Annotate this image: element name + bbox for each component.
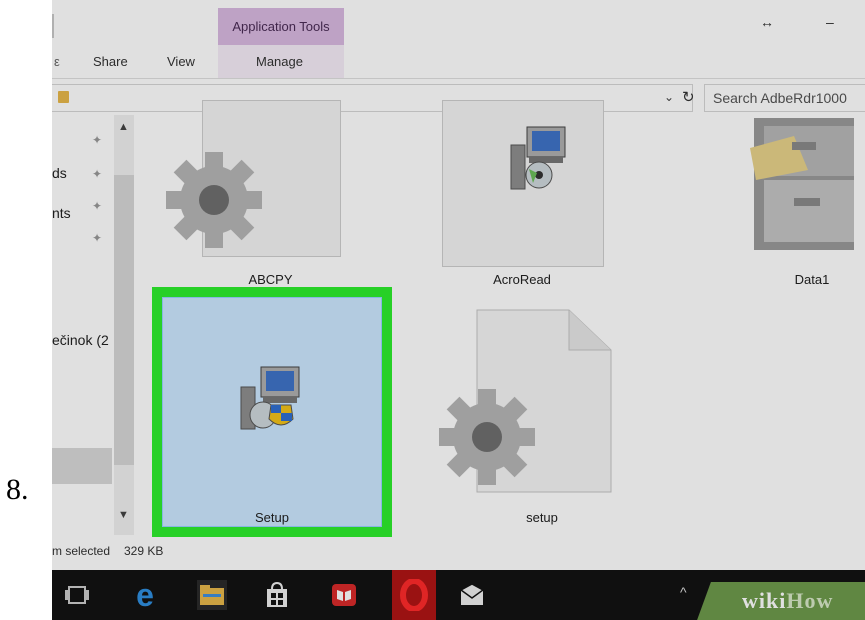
nav-item-drive[interactable]: ečinok (2 bbox=[52, 332, 109, 348]
scroll-down-icon[interactable]: ▼ bbox=[118, 509, 129, 521]
scroll-up-icon[interactable]: ▲ bbox=[118, 121, 129, 133]
pin-icon[interactable]: ✦ bbox=[92, 199, 102, 213]
tab-cut-off[interactable]: ε bbox=[54, 54, 60, 69]
wikihow-watermark: wikiHow bbox=[742, 588, 834, 613]
filing-cabinet-icon bbox=[750, 118, 854, 250]
store-icon[interactable] bbox=[262, 580, 292, 610]
tab-share[interactable]: Share bbox=[93, 54, 128, 69]
setup-installer-icon bbox=[240, 366, 300, 430]
application-tools-header: Application Tools bbox=[218, 8, 344, 45]
nav-item-documents[interactable]: nts bbox=[52, 205, 71, 221]
nav-scrollbar-thumb[interactable] bbox=[114, 175, 134, 465]
file-explorer-icon[interactable] bbox=[197, 580, 227, 610]
nav-item-downloads[interactable]: ds bbox=[52, 165, 67, 181]
file-label[interactable]: ABCPY bbox=[212, 272, 329, 287]
search-input[interactable]: Search AdbeRdr1000 bbox=[704, 84, 865, 112]
file-label[interactable]: Setup bbox=[162, 510, 382, 525]
tab-view[interactable]: View bbox=[167, 54, 195, 69]
selection-size: 329 KB bbox=[124, 544, 164, 558]
pin-icon[interactable]: ✦ bbox=[92, 167, 102, 181]
restore-button[interactable]: ↔ bbox=[760, 14, 774, 30]
task-view-icon[interactable] bbox=[62, 580, 92, 610]
status-bar: m selected 329 KB bbox=[52, 538, 865, 570]
file-label[interactable]: setup bbox=[492, 510, 592, 525]
tab-manage[interactable]: Manage bbox=[256, 54, 303, 69]
ribbon: Application Tools ε Share View Manage ↔ … bbox=[52, 0, 865, 79]
step-number: 8. bbox=[6, 473, 29, 506]
gear-icon bbox=[166, 152, 262, 248]
file-label[interactable]: AcroRead bbox=[442, 272, 602, 287]
file-explorer-window: Application Tools ε Share View Manage ↔ … bbox=[52, 0, 865, 620]
file-label[interactable]: Data1 bbox=[772, 272, 852, 287]
pin-icon[interactable]: ✦ bbox=[92, 133, 102, 147]
chevron-down-icon[interactable]: ⌄ bbox=[664, 90, 674, 104]
opera-icon[interactable] bbox=[392, 570, 436, 620]
folder-icon bbox=[58, 91, 69, 103]
minimize-button[interactable]: – bbox=[826, 14, 834, 30]
refresh-icon[interactable]: ↻ bbox=[682, 88, 695, 106]
reader-icon[interactable] bbox=[329, 580, 359, 610]
installer-icon bbox=[510, 126, 566, 190]
gear-file-icon bbox=[439, 309, 612, 493]
selection-status: m selected bbox=[52, 544, 111, 558]
mail-icon[interactable] bbox=[457, 580, 487, 610]
nav-selected-item[interactable] bbox=[52, 448, 112, 484]
tray-chevron-icon[interactable]: ^ bbox=[680, 584, 687, 600]
ribbon-left-edge bbox=[52, 14, 54, 38]
edge-icon[interactable]: e bbox=[130, 577, 160, 613]
pin-icon[interactable]: ✦ bbox=[92, 231, 102, 245]
